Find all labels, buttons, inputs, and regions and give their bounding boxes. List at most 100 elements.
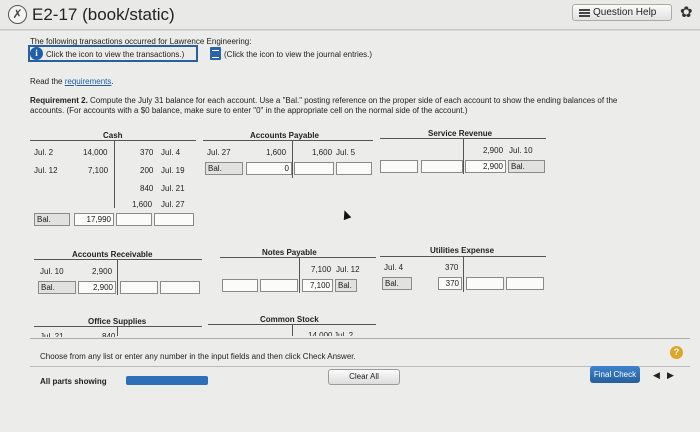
hamburger-icon bbox=[579, 9, 590, 17]
utilities-expense-bal-ref[interactable]: Bal. bbox=[382, 277, 412, 290]
service-revenue-debit-amount-input[interactable] bbox=[421, 160, 463, 173]
accounts-payable-credit-amount: 1,600 bbox=[312, 148, 333, 157]
clear-all-button[interactable]: Clear All bbox=[328, 369, 400, 385]
accounts-payable-credit-ref: Jul. 5 bbox=[336, 148, 356, 157]
accounts-receivable-credit-ref-input[interactable] bbox=[160, 281, 200, 294]
cash-debit-amount: 7,100 bbox=[88, 166, 109, 175]
notes-payable-debit-ref-input[interactable] bbox=[222, 279, 258, 292]
cash-credit-ref-input[interactable] bbox=[154, 213, 194, 226]
next-arrow-icon[interactable]: ▶ bbox=[667, 370, 674, 381]
utilities-expense-bal-amount[interactable]: 370 bbox=[438, 277, 462, 290]
service-revenue-credit-ref: Jul. 10 bbox=[509, 146, 533, 155]
accounts-receivable-divider bbox=[117, 259, 118, 295]
office-supplies-rule bbox=[34, 326, 202, 327]
notes-payable-title: Notes Payable bbox=[262, 248, 317, 257]
footer-divider bbox=[30, 338, 690, 339]
cash-title: Cash bbox=[103, 131, 123, 140]
final-check-button[interactable]: Final Check bbox=[590, 366, 640, 383]
accounts-receivable-debit-ref: Jul. 10 bbox=[40, 267, 64, 276]
read-requirements: Read the requirements. bbox=[30, 77, 114, 86]
prev-arrow-icon[interactable]: ◀ bbox=[653, 370, 660, 381]
utilities-expense-credit-amount-input[interactable] bbox=[466, 277, 504, 290]
cash-rule bbox=[30, 140, 196, 141]
utilities-expense-title: Utilities Expense bbox=[430, 246, 495, 255]
common-stock-divider bbox=[292, 324, 293, 336]
utilities-expense-debit-ref: Jul. 4 bbox=[384, 263, 404, 272]
service-revenue-debit-ref-input[interactable] bbox=[380, 160, 418, 173]
choose-instruction: Choose from any list or enter any number… bbox=[40, 352, 356, 361]
info-icon[interactable]: i bbox=[30, 47, 43, 60]
journal-icon[interactable] bbox=[210, 47, 221, 60]
notes-payable-credit-amount: 7,100 bbox=[311, 265, 332, 274]
cash-debit-amount: 14,000 bbox=[83, 148, 108, 157]
cash-bal-amount[interactable]: 17,990 bbox=[74, 213, 114, 226]
accounts-payable-credit-ref-input[interactable] bbox=[336, 162, 372, 175]
notes-payable-credit-ref: Jul. 12 bbox=[336, 265, 360, 274]
cash-credit-ref: Jul. 4 bbox=[161, 148, 181, 157]
cash-debit-ref: Jul. 2 bbox=[34, 148, 54, 157]
cash-credit-amount: 370 bbox=[140, 148, 154, 157]
requirements-link[interactable]: requirements bbox=[65, 77, 112, 86]
gear-icon[interactable]: ✿ bbox=[680, 3, 693, 21]
common-stock-title: Common Stock bbox=[260, 315, 319, 324]
page-title: E2-17 (book/static) bbox=[32, 5, 175, 24]
notes-payable-divider bbox=[299, 257, 300, 293]
cash-credit-amount: 200 bbox=[140, 166, 154, 175]
notes-payable-rule bbox=[220, 257, 376, 258]
cash-credit-ref: Jul. 21 bbox=[161, 184, 185, 193]
cash-credit-amount: 1,600 bbox=[132, 200, 153, 209]
service-revenue-divider bbox=[463, 138, 464, 174]
accounts-receivable-title: Accounts Receivable bbox=[72, 250, 153, 259]
instruction-text-1: Compute the July 31 balance for each acc… bbox=[90, 96, 618, 105]
cash-credit-amount-input[interactable] bbox=[116, 213, 152, 226]
utilities-expense-credit-ref-input[interactable] bbox=[506, 277, 544, 290]
read-prefix: Read the bbox=[30, 77, 63, 86]
cash-credit-amount: 840 bbox=[140, 184, 154, 193]
accounts-receivable-rule bbox=[34, 259, 202, 260]
accounts-receivable-debit-amount: 2,900 bbox=[92, 267, 113, 276]
question-help-label: Question Help bbox=[593, 7, 657, 18]
help-icon[interactable]: ? bbox=[670, 346, 683, 359]
requirement-label: Requirement 2. bbox=[30, 96, 88, 105]
instruction-line-2: accounts. (For accounts with a $0 balanc… bbox=[30, 106, 468, 115]
checkmark-logo-icon: ✗ bbox=[8, 5, 27, 24]
office-supplies-debit-amount: 840 bbox=[102, 332, 116, 337]
accounts-receivable-credit-amount-input[interactable] bbox=[120, 281, 158, 294]
cash-bal-ref[interactable]: Bal. bbox=[34, 213, 70, 226]
service-revenue-bal-amount[interactable]: 2,900 bbox=[465, 160, 506, 173]
accounts-payable-debit-amount: 1,600 bbox=[266, 148, 287, 157]
service-revenue-credit-amount: 2,900 bbox=[483, 146, 504, 155]
office-supplies-divider bbox=[117, 326, 118, 336]
transactions-hint: Click the icon to view the transactions.… bbox=[46, 50, 185, 59]
progress-bar bbox=[126, 376, 208, 385]
accounts-payable-bal-amount[interactable]: 0 bbox=[246, 162, 292, 175]
common-stock-credit-amount: 14,000 bbox=[308, 331, 333, 336]
accounts-payable-credit-amount-input[interactable] bbox=[294, 162, 334, 175]
notes-payable-debit-amount-input[interactable] bbox=[260, 279, 298, 292]
utilities-expense-divider bbox=[463, 256, 464, 292]
read-suffix: . bbox=[111, 77, 114, 86]
instruction-line-1: Requirement 2. Compute the July 31 balan… bbox=[30, 96, 617, 105]
notes-payable-bal-amount[interactable]: 7,100 bbox=[302, 279, 333, 292]
accounts-receivable-bal-amount[interactable]: 2,900 bbox=[78, 281, 116, 294]
service-revenue-bal-ref[interactable]: Bal. bbox=[508, 160, 545, 173]
all-parts-label: All parts showing bbox=[40, 377, 107, 386]
office-supplies-debit-ref: Jul. 21 bbox=[40, 332, 64, 337]
accounts-payable-title: Accounts Payable bbox=[250, 131, 319, 140]
cash-credit-ref: Jul. 19 bbox=[161, 166, 185, 175]
accounts-payable-divider bbox=[292, 140, 293, 178]
journal-hint: (Click the icon to view the journal entr… bbox=[224, 50, 373, 59]
cash-divider bbox=[114, 140, 115, 208]
top-bar: ✗ E2-17 (book/static) Question Help ✿ bbox=[0, 0, 700, 30]
cash-credit-ref: Jul. 27 bbox=[161, 200, 185, 209]
common-stock-credit-ref: Jul. 2 bbox=[334, 331, 354, 336]
notes-payable-bal-ref[interactable]: Bal. bbox=[335, 279, 357, 292]
cash-debit-ref: Jul. 12 bbox=[34, 166, 58, 175]
utilities-expense-debit-amount: 370 bbox=[445, 263, 459, 272]
accounts-payable-bal-ref[interactable]: Bal. bbox=[205, 162, 243, 175]
question-help-button[interactable]: Question Help bbox=[572, 4, 672, 21]
accounts-receivable-bal-ref[interactable]: Bal. bbox=[38, 281, 76, 294]
service-revenue-title: Service Revenue bbox=[428, 129, 493, 138]
accounts-payable-rule bbox=[203, 140, 373, 141]
accounts-payable-debit-ref: Jul. 27 bbox=[207, 148, 231, 157]
